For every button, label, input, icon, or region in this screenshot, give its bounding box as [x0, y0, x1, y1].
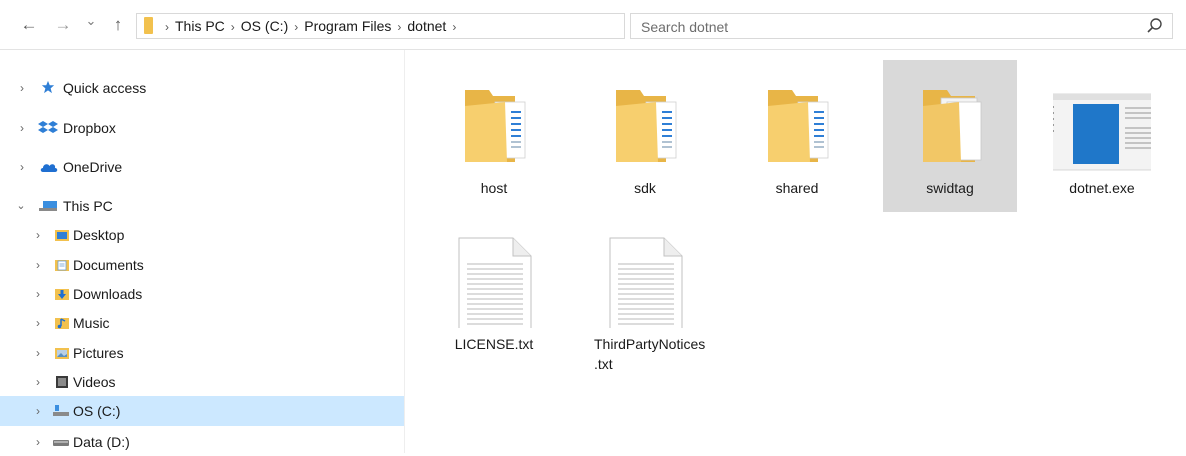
expand-chevron-icon[interactable]: › [15, 114, 29, 142]
expand-chevron-icon[interactable]: › [31, 396, 45, 426]
breadcrumb-this-pc[interactable]: This PC [175, 18, 225, 34]
nav-item-documents[interactable]: › Documents [0, 251, 404, 279]
nav-item-desktop[interactable]: › Desktop [0, 221, 404, 249]
folder-icon [144, 17, 153, 34]
videos-folder-icon [56, 376, 68, 388]
drive-icon [53, 440, 69, 446]
nav-item-label: Videos [73, 374, 116, 390]
nav-item-label: Quick access [63, 80, 147, 96]
expand-chevron-icon[interactable]: › [15, 74, 29, 102]
nav-item-videos[interactable]: › Videos [0, 368, 404, 396]
nav-item-music[interactable]: › Music [0, 309, 404, 337]
file-item-swidtag[interactable]: swidtag [883, 60, 1017, 212]
nav-item-data-d[interactable]: › Data (D:) [0, 428, 404, 456]
file-list-pane: host sdk shared swidtag dotnet.exe LICEN… [406, 50, 1186, 453]
expand-chevron-icon[interactable]: › [31, 428, 45, 456]
file-item-label: LICENSE.txt [454, 336, 534, 352]
up-arrow-icon[interactable]: ↑ [108, 14, 128, 36]
search-box [630, 13, 1173, 39]
expand-chevron-icon[interactable]: › [31, 339, 45, 367]
breadcrumb-separator[interactable]: › [294, 20, 298, 34]
expand-chevron-icon[interactable]: › [31, 221, 45, 249]
nav-item-label: OneDrive [63, 159, 123, 175]
nav-item-label: Dropbox [63, 120, 116, 136]
nav-item-label: Downloads [73, 286, 143, 302]
nav-item-label: Music [73, 315, 110, 331]
collapse-chevron-icon[interactable]: ⌄ [14, 192, 28, 220]
cloud-icon [40, 164, 58, 172]
expand-chevron-icon[interactable]: › [15, 153, 29, 181]
breadcrumb: › This PC › OS (C:) › Program Files › dotnet › [159, 14, 462, 38]
expand-chevron-icon[interactable]: › [31, 280, 45, 308]
file-item-label: dotnet.exe [1069, 180, 1135, 196]
computer-icon [39, 201, 57, 211]
file-item-sdk[interactable]: sdk [578, 60, 712, 212]
file-item-label: host [480, 180, 508, 196]
breadcrumb-dotnet[interactable]: dotnet [407, 18, 446, 34]
address-toolbar: ← → ⌄ ↑ › This PC › OS (C:) › Program Files › d… [0, 0, 1186, 50]
address-bar[interactable]: ›This PC›OS (C:)›Program Files›dotnet› ⌄… [136, 13, 751, 39]
dropbox-icon [38, 121, 58, 133]
search-input[interactable] [639, 16, 1143, 38]
nav-item-label: Documents [73, 257, 144, 273]
breadcrumb-separator[interactable]: › [231, 20, 235, 34]
folder-icon [616, 90, 677, 162]
nav-item-downloads[interactable]: › Downloads [0, 280, 404, 308]
pictures-folder-icon [55, 348, 69, 359]
folder-icon [465, 90, 526, 162]
drive-icon [53, 405, 69, 416]
text-file-icon [458, 237, 532, 328]
file-item-host[interactable]: host [427, 60, 561, 212]
nav-item-label: This PC [63, 198, 113, 214]
breadcrumb-separator: › [165, 20, 169, 34]
folder-icon [768, 90, 829, 162]
expand-chevron-icon[interactable]: › [31, 309, 45, 337]
nav-item-this-pc[interactable]: ⌄ This PC [0, 192, 404, 220]
nav-item-quick-access[interactable]: › Quick access [0, 74, 404, 102]
nav-item-dropbox[interactable]: › Dropbox [0, 114, 404, 142]
recent-locations-chevron-icon[interactable]: ⌄ [83, 10, 99, 32]
text-file-icon [609, 237, 683, 328]
file-item-label: swidtag [926, 180, 974, 196]
nav-item-label: Data (D:) [73, 434, 130, 450]
file-item-license-txt[interactable]: LICENSE.txt [427, 216, 561, 368]
file-item-label: shared [775, 180, 819, 196]
expand-chevron-icon[interactable]: › [31, 251, 45, 279]
downloads-folder-icon [55, 289, 69, 300]
forward-arrow-icon[interactable]: → [52, 14, 74, 36]
search-icon[interactable] [1146, 16, 1164, 36]
nav-item-os-c[interactable]: › OS (C:) [0, 396, 404, 426]
star-icon [41, 80, 55, 94]
file-item-shared[interactable]: shared [730, 60, 864, 212]
file-item-dotnet-exe[interactable]: dotnet.exe [1035, 60, 1169, 212]
back-arrow-icon[interactable]: ← [18, 14, 40, 36]
nav-item-label: OS (C:) [73, 403, 121, 419]
nav-item-pictures[interactable]: › Pictures [0, 339, 404, 367]
navigation-pane: › Quick access › Dropbox › OneDrive ⌄ Th… [0, 50, 405, 453]
breadcrumb-separator[interactable]: › [452, 20, 456, 34]
nav-item-onedrive[interactable]: › OneDrive [0, 153, 404, 181]
nav-item-label: Pictures [73, 345, 124, 361]
application-icon [1053, 93, 1151, 171]
documents-folder-icon [55, 260, 69, 271]
nav-item-label: Desktop [73, 227, 125, 243]
expand-chevron-icon[interactable]: › [31, 368, 45, 396]
file-item-label: ThirdPartyNotices.txt [594, 336, 706, 372]
music-folder-icon [55, 318, 69, 329]
breadcrumb-separator[interactable]: › [397, 20, 401, 34]
desktop-folder-icon [55, 230, 69, 241]
folder-icon [923, 90, 982, 162]
breadcrumb-program-files[interactable]: Program Files [304, 18, 391, 34]
breadcrumb-os-c[interactable]: OS (C:) [241, 18, 288, 34]
file-item-label: sdk [634, 180, 656, 196]
file-item-thirdpartynotices-txt[interactable]: ThirdPartyNotices.txt [578, 216, 712, 392]
